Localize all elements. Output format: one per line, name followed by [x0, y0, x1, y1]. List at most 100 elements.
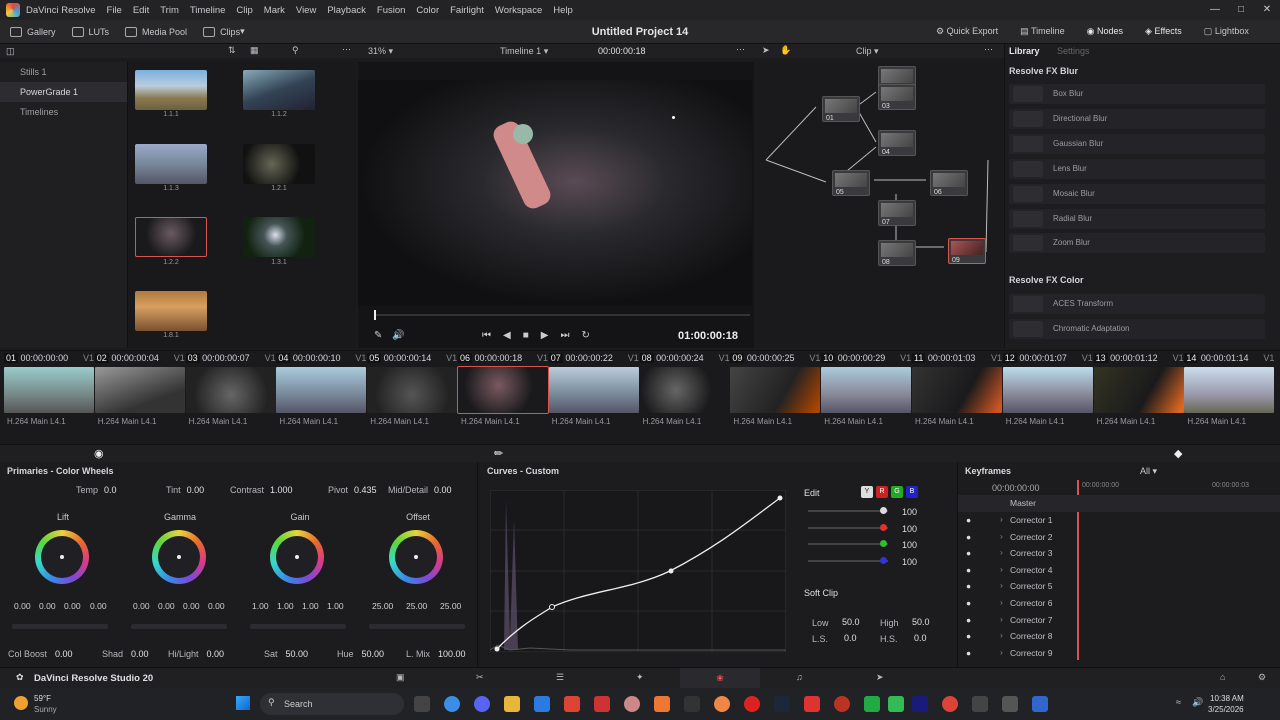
album-powergrade[interactable]: PowerGrade 1: [0, 82, 127, 102]
lift-master-slider[interactable]: [12, 624, 108, 629]
gain-blue[interactable]: 1.00: [327, 601, 344, 611]
zoom-select[interactable]: 31% ▾: [368, 46, 393, 57]
clip-thumbnail[interactable]: 14 00:00:01:14 V1 H.264 Main L4.1: [1184, 351, 1275, 441]
clip-image[interactable]: [639, 367, 730, 413]
play-icon[interactable]: ▶: [541, 330, 549, 341]
keyframe-row[interactable]: ● › Corrector 5: [958, 578, 1280, 595]
sidebar-toggle-icon[interactable]: ◫: [6, 46, 15, 57]
expand-icon[interactable]: ›: [1000, 597, 1003, 607]
lightbox-button[interactable]: ▢ Lightbox: [1204, 26, 1249, 37]
clip-image[interactable]: [94, 367, 185, 413]
expand-icon[interactable]: ›: [1000, 531, 1003, 541]
tab-library[interactable]: Library: [1009, 46, 1040, 56]
lift-red[interactable]: 0.00: [39, 601, 56, 611]
visibility-icon[interactable]: ●: [966, 581, 971, 591]
home-icon[interactable]: ⌂: [1220, 672, 1225, 682]
node[interactable]: 05: [832, 170, 870, 196]
steam-icon[interactable]: [774, 696, 790, 712]
channel-r[interactable]: R: [876, 486, 888, 498]
hue-value[interactable]: 50.00: [362, 649, 385, 659]
close-icon[interactable]: ✕: [1254, 0, 1280, 20]
timeline-select[interactable]: Timeline 1 ▾: [500, 46, 548, 57]
y-value[interactable]: 100: [902, 507, 917, 517]
y-slider-knob[interactable]: [880, 507, 887, 514]
keyframe-row[interactable]: ● › Corrector 8: [958, 628, 1280, 645]
clip-thumbnail[interactable]: 09 00:00:00:25 V1 H.264 Main L4.1: [730, 351, 821, 441]
r-value[interactable]: 100: [902, 524, 917, 534]
app-icon[interactable]: [564, 696, 580, 712]
visibility-icon[interactable]: ●: [966, 565, 971, 575]
visibility-icon[interactable]: ●: [966, 515, 971, 525]
effect-item[interactable]: Zoom Blur: [1009, 233, 1265, 253]
menu-workspace[interactable]: Workspace: [495, 5, 542, 16]
clip-image[interactable]: [1093, 367, 1184, 413]
clip-thumbnail[interactable]: 10 00:00:00:29 V1 H.264 Main L4.1: [821, 351, 912, 441]
lift-master[interactable]: 0.00: [14, 601, 31, 611]
skip-start-icon[interactable]: ⏮: [482, 330, 491, 341]
effect-item[interactable]: Radial Blur: [1009, 209, 1265, 229]
visibility-icon[interactable]: ●: [966, 648, 971, 658]
node[interactable]: 04: [878, 130, 916, 156]
more-icon[interactable]: ⋯: [984, 44, 993, 55]
shad-value[interactable]: 0.00: [131, 649, 149, 659]
volume-icon[interactable]: 🔊: [392, 330, 404, 341]
keyframe-row[interactable]: ● › Corrector 3: [958, 545, 1280, 562]
effect-item[interactable]: ACES Transform: [1009, 294, 1265, 314]
menu-view[interactable]: View: [296, 5, 316, 16]
gain-red[interactable]: 1.00: [277, 601, 294, 611]
windows-start-icon[interactable]: [236, 696, 250, 710]
album-stills[interactable]: Stills 1: [0, 62, 127, 82]
expand-icon[interactable]: ›: [1000, 564, 1003, 574]
app-icon[interactable]: [594, 696, 610, 712]
timeline-button[interactable]: ▤ Timeline: [1020, 26, 1065, 37]
clip-thumbnail[interactable]: 11 00:00:01:03 V1 H.264 Main L4.1: [912, 351, 1002, 441]
eyedropper-icon[interactable]: ✎: [374, 330, 382, 341]
node[interactable]: 01: [822, 96, 860, 122]
app-icon[interactable]: [684, 696, 700, 712]
hand-icon[interactable]: ✋: [780, 45, 791, 56]
color-wheels-tool-icon[interactable]: ◉: [94, 447, 104, 460]
explorer-icon[interactable]: [504, 696, 520, 712]
app-icon[interactable]: [1032, 696, 1048, 712]
clip-image[interactable]: [276, 367, 367, 413]
discord-icon[interactable]: [474, 696, 490, 712]
menu-playback[interactable]: Playback: [327, 5, 366, 16]
offset-wheel[interactable]: [389, 530, 443, 584]
expand-icon[interactable]: ›: [1000, 514, 1003, 524]
keyframe-row[interactable]: ● › Corrector 2: [958, 529, 1280, 546]
effect-item[interactable]: Lens Blur: [1009, 159, 1265, 179]
page-fusion-icon[interactable]: ✦: [636, 672, 644, 683]
more-icon[interactable]: ⋯: [736, 44, 745, 55]
still-thumbnail[interactable]: [243, 217, 315, 257]
visibility-icon[interactable]: ●: [966, 598, 971, 608]
section-color[interactable]: Resolve FX Color: [1009, 275, 1084, 285]
gain-green[interactable]: 1.00: [302, 601, 319, 611]
offset-red[interactable]: 25.00: [372, 601, 393, 611]
keyframe-row[interactable]: ● › Corrector 1: [958, 512, 1280, 529]
temp-value[interactable]: 0.0: [104, 485, 117, 495]
gamma-wheel[interactable]: [152, 530, 206, 584]
menu-edit[interactable]: Edit: [133, 5, 149, 16]
effect-item[interactable]: Mosaic Blur: [1009, 184, 1265, 204]
keyframes-filter[interactable]: All ▾: [1140, 466, 1157, 477]
visibility-icon[interactable]: ●: [966, 615, 971, 625]
clip-image[interactable]: [548, 367, 639, 413]
menu-timeline[interactable]: Timeline: [190, 5, 226, 16]
edge-icon[interactable]: [444, 696, 460, 712]
wifi-icon[interactable]: ≈: [1176, 697, 1181, 707]
expand-icon[interactable]: ›: [1000, 614, 1003, 624]
lift-wheel[interactable]: [35, 530, 89, 584]
clip-thumbnail[interactable]: 07 00:00:00:22 V1 H.264 Main L4.1: [548, 351, 639, 441]
r-slider-knob[interactable]: [880, 524, 887, 531]
app-icon[interactable]: [654, 696, 670, 712]
still-thumbnail[interactable]: [135, 70, 207, 110]
app-icon[interactable]: [624, 696, 640, 712]
keyframes-tool-icon[interactable]: ◆: [1174, 447, 1182, 460]
stop-icon[interactable]: ■: [523, 330, 529, 341]
app-icon[interactable]: [714, 696, 730, 712]
menu-help[interactable]: Help: [553, 5, 573, 16]
task-view-icon[interactable]: [414, 696, 430, 712]
keyframe-row[interactable]: ● › Corrector 6: [958, 595, 1280, 612]
clip-thumbnail[interactable]: 04 00:00:00:10 V1 H.264 Main L4.1: [276, 351, 367, 441]
clip-image[interactable]: [821, 367, 912, 413]
